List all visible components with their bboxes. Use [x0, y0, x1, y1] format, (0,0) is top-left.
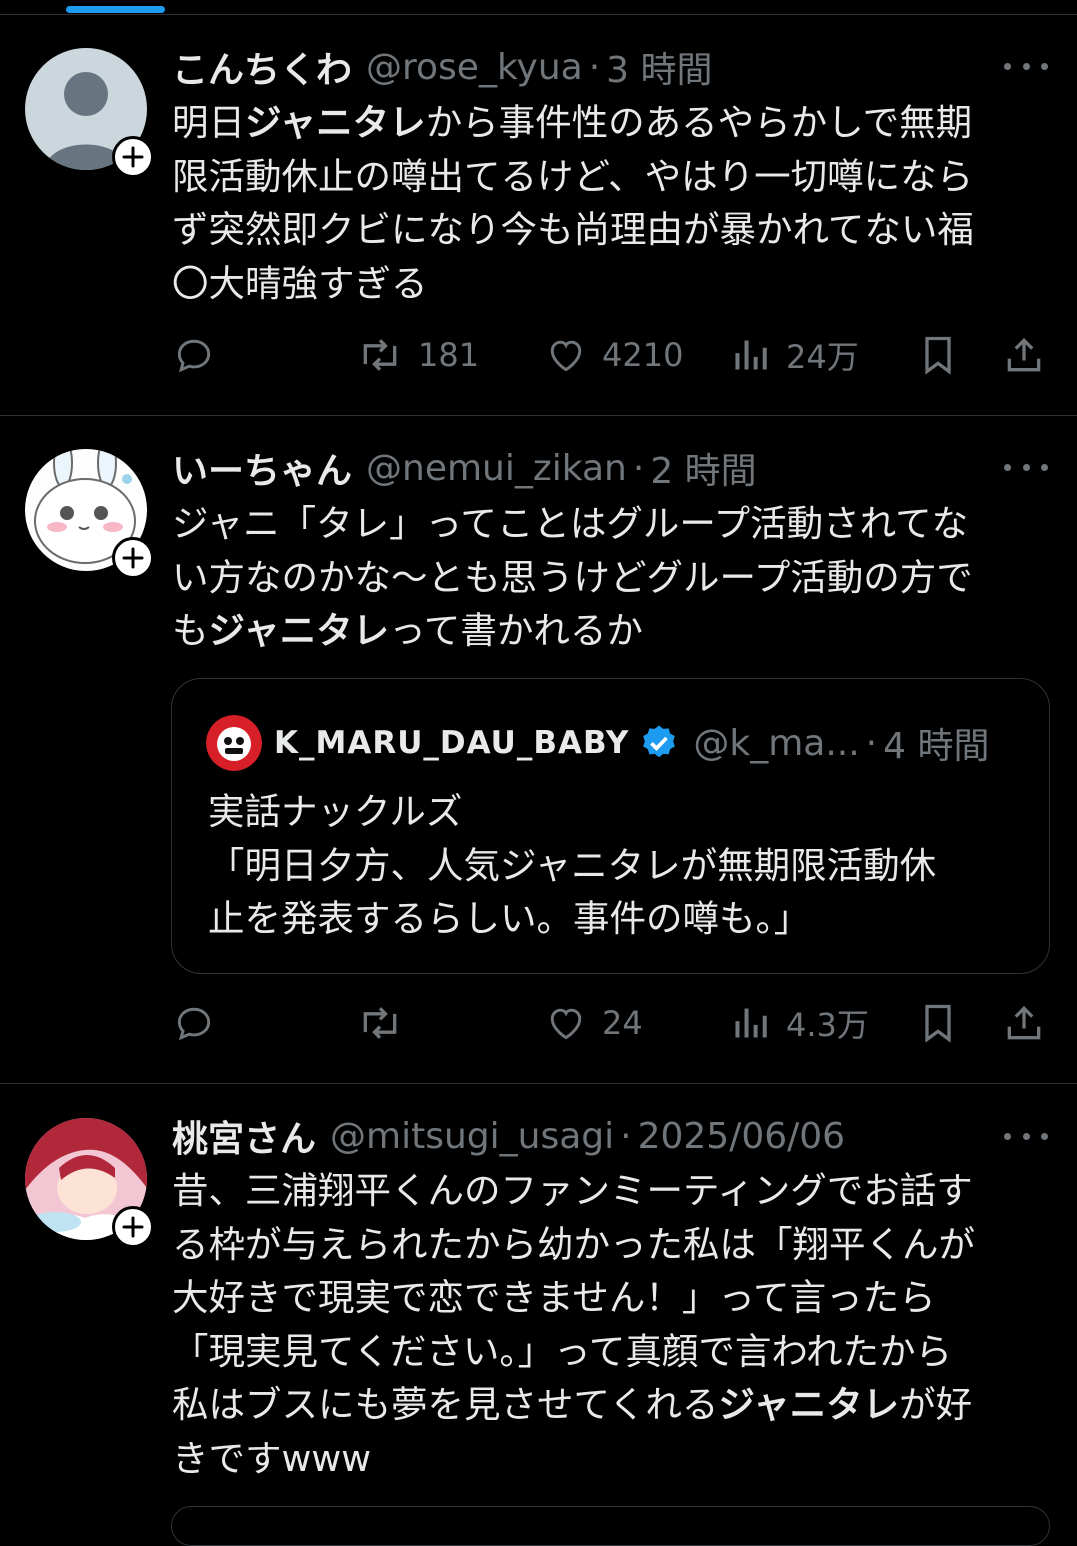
display-name[interactable]: 桃宮さん — [172, 1110, 316, 1162]
views-chart-icon — [735, 340, 767, 370]
tweet[interactable]: 桃宮さん @mitsugi_usagi · 2025/06/06 昔、三浦翔平く… — [0, 1084, 1077, 1519]
retweet-button[interactable] — [356, 998, 404, 1048]
heart-icon — [550, 1008, 582, 1040]
display-name[interactable]: こんちくわ — [172, 41, 352, 93]
action-bar: 24 4.3万 — [0, 998, 1077, 1048]
text-line: もジャニタレって書かれるか — [172, 609, 643, 652]
verified-badge-icon — [643, 725, 676, 758]
separator-dot: · — [620, 1115, 632, 1157]
share-button[interactable] — [1002, 330, 1046, 380]
retweet-count: 181 — [418, 336, 480, 374]
reply-icon — [177, 1007, 211, 1041]
text-line: 「現実見てください。」って真顔で言われたから — [172, 1329, 953, 1373]
text-line: 私はブスにも夢を見させてくれるジャニタレが好 — [172, 1383, 973, 1426]
tweet-text: ジャニ「タレ」ってことはグループ活動されてな い方なのかな〜とも思うけどグループ… — [172, 497, 1032, 658]
quoted-avatar[interactable] — [206, 715, 262, 771]
timestamp[interactable]: 2 時間 — [650, 442, 756, 494]
views-count: 24万 — [786, 338, 859, 376]
text-line: い方なのかな〜とも思うけどグループ活動の方で — [172, 555, 973, 599]
bookmark-icon — [925, 336, 951, 375]
text-line: 「明日夕方、人気ジャニタレが無期限活動休 — [208, 843, 937, 887]
separator-dot: · — [865, 722, 878, 764]
text-line: 〇大晴強すぎる — [172, 261, 428, 305]
text-line: 大好きで現実で恋できません！」って言ったら — [172, 1276, 936, 1319]
share-button[interactable] — [1002, 998, 1046, 1048]
share-icon — [1007, 337, 1041, 372]
bookmark-icon — [925, 1004, 951, 1043]
text-line: 昔、三浦翔平くんのファンミーティングでお話す — [172, 1169, 973, 1212]
separator-dot: · — [632, 447, 645, 489]
quoted-handle[interactable]: @k_ma... — [693, 723, 859, 764]
quoted-display-name[interactable]: K_MARU_DAU_BABY — [274, 725, 629, 761]
tweet-text: 明日ジャニタレから事件性のあるやらかしで無期 限活動休止の噂出てるけど、やはり一… — [172, 96, 1032, 310]
text-line: 実話ナックルズ — [208, 790, 463, 833]
follow-plus-button[interactable] — [112, 1206, 154, 1248]
tweet-header: 桃宮さん @mitsugi_usagi · 2025/06/06 — [172, 1110, 846, 1162]
reply-button[interactable] — [172, 330, 216, 380]
text-line: きですwww — [172, 1436, 372, 1480]
bookmark-button[interactable] — [916, 998, 960, 1048]
quoted-timestamp[interactable]: 4 時間 — [883, 717, 989, 769]
retweet-icon — [363, 1007, 397, 1039]
quoted-tweet-text: 実話ナックルズ 「明日夕方、人気ジャニタレが無期限活動休 止を発表するらしい。事… — [208, 785, 936, 946]
plus-icon — [122, 547, 144, 569]
follow-plus-button[interactable] — [112, 537, 154, 579]
retweet-icon — [363, 339, 397, 371]
quoted-tweet-partial[interactable] — [171, 1506, 1050, 1546]
reply-button[interactable] — [172, 998, 216, 1048]
share-icon — [1007, 1005, 1041, 1040]
views-chart-icon — [735, 1008, 767, 1038]
heart-icon — [550, 340, 582, 372]
quoted-tweet[interactable]: K_MARU_DAU_BABY @k_ma... · 4 時間 実話ナックルズ … — [171, 678, 1050, 974]
plus-icon — [122, 146, 144, 168]
like-button[interactable]: 24 — [544, 998, 643, 1048]
bookmark-button[interactable] — [916, 330, 960, 380]
like-count: 4210 — [602, 336, 684, 374]
timestamp[interactable]: 3 時間 — [606, 41, 712, 93]
views-button[interactable]: 24万 — [732, 330, 859, 380]
more-options-icon[interactable] — [1004, 457, 1048, 477]
display-name[interactable]: いーちゃん — [172, 442, 352, 494]
user-handle[interactable]: @nemui_zikan — [366, 448, 627, 489]
text-line: る枠が与えられたから幼かった私は「翔平くんが — [172, 1222, 975, 1266]
tweet-header: いーちゃん @nemui_zikan · 2 時間 — [172, 442, 757, 494]
like-count: 24 — [602, 1004, 643, 1042]
user-handle[interactable]: @mitsugi_usagi — [330, 1116, 614, 1157]
tweet[interactable]: こんちくわ @rose_kyua · 3 時間 明日ジャニタレから事件性のあるや… — [0, 0, 1077, 416]
text-line: ジャニ「タレ」ってことはグループ活動されてな — [172, 502, 969, 545]
tweet-text: 昔、三浦翔平くんのファンミーティングでお話す る枠が与えられたから幼かった私は「… — [172, 1164, 1032, 1485]
follow-plus-button[interactable] — [112, 136, 154, 178]
retweet-button[interactable]: 181 — [356, 330, 479, 380]
plus-icon — [122, 1216, 144, 1238]
tweet[interactable]: いーちゃん @nemui_zikan · 2 時間 ジャニ「タレ」ってことはグル… — [0, 416, 1077, 1084]
quoted-tweet-header: K_MARU_DAU_BABY @k_ma... · 4 時間 — [206, 715, 989, 771]
separator-dot: · — [588, 46, 601, 88]
views-button[interactable]: 4.3万 — [732, 998, 869, 1048]
action-bar: 181 4210 24万 — [0, 330, 1077, 380]
text-line: 明日ジャニタレから事件性のあるやらかしで無期 — [172, 101, 973, 144]
text-line: 限活動休止の噂出てるけど、やはり一切噂になら — [172, 154, 974, 198]
text-line: 止を発表するらしい。事件の噂も。」 — [208, 897, 811, 940]
timestamp[interactable]: 2025/06/06 — [638, 1116, 846, 1157]
like-button[interactable]: 4210 — [544, 330, 683, 380]
text-line: ず突然即クビになり今も尚理由が暴かれてない福 — [172, 208, 974, 251]
user-handle[interactable]: @rose_kyua — [366, 47, 583, 88]
tweet-header: こんちくわ @rose_kyua · 3 時間 — [172, 41, 713, 93]
more-options-icon[interactable] — [1004, 1126, 1048, 1146]
views-count: 4.3万 — [786, 1006, 869, 1044]
more-options-icon[interactable] — [1004, 56, 1048, 76]
reply-icon — [177, 339, 211, 373]
